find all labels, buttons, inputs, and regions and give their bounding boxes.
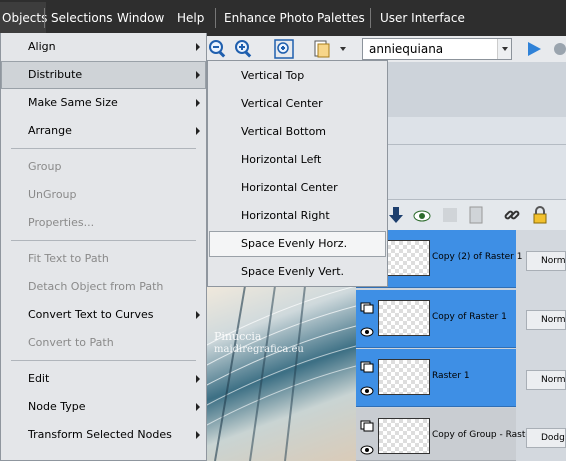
menu-item-distribute[interactable]: Distribute [1,61,206,89]
blend-mode[interactable]: Norma [526,310,566,330]
arrow-down-icon[interactable] [386,205,406,225]
layer-row[interactable]: Raster 1 [356,349,516,407]
chevron-right-icon [196,71,200,79]
chevron-down-icon[interactable] [338,44,348,54]
watermark-url: maidiregrafica.eu [214,344,304,355]
submenu-item-vertical-center[interactable]: Vertical Center [209,91,386,117]
submenu-item-horizontal-center[interactable]: Horizontal Center [209,175,386,201]
chevron-right-icon [196,43,200,51]
menu-enhance-photo[interactable]: Enhance Photo [224,2,314,34]
menu-item-fit-text-to-path: Fit Text to Path [28,252,109,265]
menu-separator [11,148,196,149]
zoom-fit-icon[interactable] [274,39,294,59]
objects-menu: Align Distribute Make Same Size Arrange … [0,33,207,461]
layer-group-icon[interactable] [360,361,374,373]
chevron-right-icon [196,311,200,319]
menu-item-convert-to-path: Convert to Path [28,336,114,349]
layer-thumbnail [378,359,430,395]
eye-icon[interactable] [360,326,374,338]
menu-item-align[interactable]: Align [1,33,206,61]
chevron-down-icon[interactable] [497,39,511,59]
link-icon[interactable] [502,205,522,225]
menu-item-group: Group [28,160,62,173]
workspace-dropdown[interactable]: anniequiana [362,38,512,60]
menu-selections[interactable]: Selections [51,2,113,34]
menu-help[interactable]: Help [177,2,204,34]
submenu-item-horizontal-right[interactable]: Horizontal Right [209,203,386,229]
chevron-right-icon [196,431,200,439]
distribute-submenu: Vertical Top Vertical Center Vertical Bo… [207,60,388,287]
lock-icon[interactable] [530,205,550,225]
settings-icon[interactable] [550,39,566,59]
menu-separator [370,8,371,28]
menu-user-interface[interactable]: User Interface [380,2,465,34]
menu-separator [11,240,196,241]
chevron-right-icon [196,403,200,411]
canvas-image[interactable] [205,286,356,461]
blend-mode[interactable]: Norma [526,251,566,271]
abstract-art [205,286,356,461]
watermark-text: Pinuccia [214,330,262,343]
edit-icon[interactable] [440,205,460,225]
menu-separator [11,360,196,361]
zoom-in-icon[interactable] [234,39,254,59]
layer-group-icon[interactable] [360,420,374,432]
menu-item-properties: Properties... [28,216,95,229]
menu-item-make-same-size[interactable]: Make Same Size [1,89,206,117]
submenu-item-space-evenly-vert[interactable]: Space Evenly Vert. [209,259,386,285]
blend-mode[interactable]: Norma [526,370,566,390]
submenu-item-vertical-top[interactable]: Vertical Top [209,63,386,89]
chevron-right-icon [196,375,200,383]
submenu-item-space-evenly-horz[interactable]: Space Evenly Horz. [209,231,386,257]
menu-window[interactable]: Window [117,2,164,34]
chevron-right-icon [196,127,200,135]
eye-icon[interactable] [360,385,374,397]
chevron-right-icon [196,99,200,107]
menu-palettes[interactable]: Palettes [317,2,365,34]
menu-item-convert-text-to-curves[interactable]: Convert Text to Curves [1,301,206,329]
mask-icon[interactable] [412,205,432,225]
eye-icon[interactable] [360,444,374,456]
submenu-item-vertical-bottom[interactable]: Vertical Bottom [209,119,386,145]
menu-item-detach-object-from-path: Detach Object from Path [28,280,164,293]
layer-row[interactable]: Copy of Group - Raste [356,408,531,461]
zoom-out-icon[interactable] [208,39,228,59]
menu-objects[interactable]: Objects [0,2,47,34]
play-icon[interactable] [524,39,544,59]
layer-thumbnail [378,300,430,336]
submenu-item-horizontal-left[interactable]: Horizontal Left [209,147,386,173]
workspace-value: anniequiana [369,42,444,56]
new-document-icon[interactable] [312,39,332,59]
menu-separator [215,8,216,28]
menu-separator [44,8,45,28]
blend-mode[interactable]: Dodge [526,428,566,448]
script-icon[interactable] [466,205,486,225]
layer-thumbnail [378,418,430,454]
menu-item-ungroup: UnGroup [28,188,77,201]
menu-item-arrange[interactable]: Arrange [1,117,206,145]
layer-row[interactable]: Copy of Raster 1 [356,290,516,348]
menu-item-transform-selected-nodes[interactable]: Transform Selected Nodes [1,421,206,449]
menu-item-edit[interactable]: Edit [1,365,206,393]
menu-bar: Objects Selections Window Help Enhance P… [0,0,566,36]
layer-group-icon[interactable] [360,302,374,314]
menu-item-node-type[interactable]: Node Type [1,393,206,421]
